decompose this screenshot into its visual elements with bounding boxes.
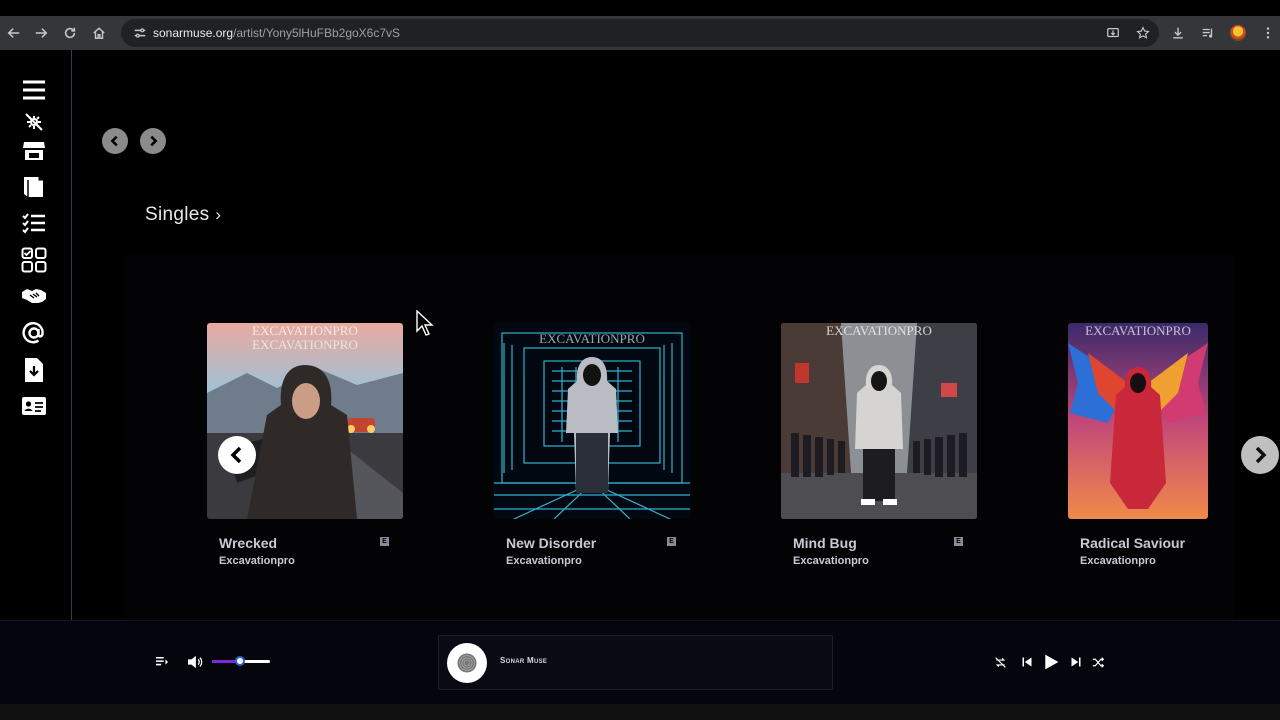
chevron-left-icon (230, 446, 242, 464)
download-file-icon[interactable] (20, 357, 48, 383)
more-menu-icon[interactable] (1260, 25, 1276, 41)
download-icon[interactable] (1170, 25, 1186, 41)
bookmark-star-icon[interactable] (1135, 25, 1151, 41)
discover-icon[interactable] (20, 109, 48, 135)
browser-titlebar (0, 0, 1280, 16)
album-cover[interactable]: EXCAVATIONPRO (1068, 323, 1208, 519)
single-card[interactable]: EXCAVATIONPRO Radical Saviour Excavation… (1068, 323, 1264, 567)
profile-avatar[interactable] (1230, 25, 1246, 41)
album-cover[interactable]: EXCAVATIONPRO EXCAVATIONPRO (207, 323, 403, 519)
taskbar-strip (0, 704, 1280, 720)
now-playing-title: Sonar Muse (500, 656, 548, 665)
handshake-icon[interactable] (20, 283, 48, 309)
explicit-badge: E (667, 537, 676, 546)
single-title[interactable]: Mind Bug (793, 535, 857, 551)
single-artist[interactable]: Excavationpro (506, 555, 582, 567)
previous-track-icon[interactable] (1019, 654, 1035, 670)
back-button[interactable] (0, 19, 28, 47)
queue-icon[interactable] (154, 655, 170, 669)
single-artist[interactable]: Excavationpro (219, 555, 295, 567)
store-icon[interactable] (20, 138, 48, 164)
repeat-off-icon[interactable] (992, 654, 1008, 670)
media-control-icon[interactable] (1200, 25, 1216, 41)
arrow-right-icon (35, 28, 48, 38)
cover-lettering: EXCAVATIONPRO (826, 323, 932, 338)
home-icon (93, 27, 105, 39)
browser-toolbar: sonarmuse.org/artist/Yony5lHuFBb2goX6c7v… (0, 16, 1280, 50)
album-cover[interactable]: EXCAVATIONPRO (781, 323, 977, 519)
arrow-left-icon (7, 28, 20, 38)
mouse-cursor (416, 309, 434, 341)
scroll-left-button[interactable] (102, 128, 128, 154)
forward-button[interactable] (27, 19, 55, 47)
cover-lettering: EXCAVATIONPRO (252, 337, 358, 352)
album-cover[interactable]: EXCAVATIONPRO (494, 323, 690, 519)
single-artist[interactable]: Excavationpro (793, 555, 869, 567)
volume-icon[interactable] (186, 654, 204, 670)
install-app-icon[interactable] (1105, 25, 1121, 41)
now-playing-artwork (447, 643, 487, 683)
play-icon[interactable] (1040, 651, 1062, 673)
next-track-icon[interactable] (1068, 654, 1084, 670)
book-icon[interactable] (20, 174, 48, 200)
carousel-next-button[interactable] (1241, 436, 1279, 474)
single-card[interactable]: EXCAVATIONPRO New Disorder E Excavationp… (494, 323, 690, 567)
section-title-text: Singles (145, 204, 210, 225)
carousel-prev-button[interactable] (218, 436, 256, 474)
single-title[interactable]: Radical Saviour (1080, 535, 1185, 551)
now-playing-panel[interactable]: Sonar Muse (438, 635, 833, 690)
shuffle-icon[interactable] (1090, 654, 1106, 670)
cover-lettering: EXCAVATIONPRO (252, 323, 358, 338)
cover-lettering: EXCAVATIONPRO (539, 331, 645, 346)
url-text: sonarmuse.org/artist/Yony5lHuFBb2goX6c7v… (153, 26, 401, 40)
explicit-badge: E (954, 537, 963, 546)
cover-lettering: EXCAVATIONPRO (1085, 323, 1191, 338)
chevron-right-icon: › (215, 205, 222, 224)
reload-button[interactable] (56, 19, 84, 47)
at-icon[interactable] (20, 320, 48, 346)
sidebar (0, 50, 72, 620)
single-artist[interactable]: Excavationpro (1080, 555, 1156, 567)
reload-icon (64, 27, 76, 39)
address-bar[interactable]: sonarmuse.org/artist/Yony5lHuFBb2goX6c7v… (121, 19, 1159, 47)
apps-icon[interactable] (20, 247, 48, 273)
chevron-left-icon (110, 135, 118, 147)
single-title[interactable]: New Disorder (506, 535, 596, 551)
single-title[interactable]: Wrecked (219, 535, 277, 551)
singles-heading[interactable]: Singles › (145, 204, 221, 226)
audio-player: Sonar Muse (0, 620, 1280, 704)
chevron-right-icon (150, 135, 158, 147)
main-content: Singles › EXCAVATIONPRO EXCAVATIONPRO Wr… (72, 50, 1280, 625)
chevron-right-icon (1255, 446, 1267, 464)
single-card[interactable]: EXCAVATIONPRO Mind Bug E Excavationpro (781, 323, 977, 567)
singles-carousel: EXCAVATIONPRO EXCAVATIONPRO Wrecked E Ex… (124, 255, 1279, 625)
menu-icon[interactable] (20, 77, 48, 103)
volume-handle[interactable] (234, 656, 245, 666)
explicit-badge: E (380, 537, 389, 546)
site-info-icon[interactable] (127, 26, 153, 40)
list-icon[interactable] (20, 210, 48, 236)
home-button[interactable] (85, 19, 113, 47)
id-card-icon[interactable] (20, 393, 48, 419)
volume-slider[interactable] (212, 656, 270, 666)
single-card[interactable]: EXCAVATIONPRO EXCAVATIONPRO Wrecked E Ex… (207, 323, 403, 567)
scroll-right-button[interactable] (140, 128, 166, 154)
